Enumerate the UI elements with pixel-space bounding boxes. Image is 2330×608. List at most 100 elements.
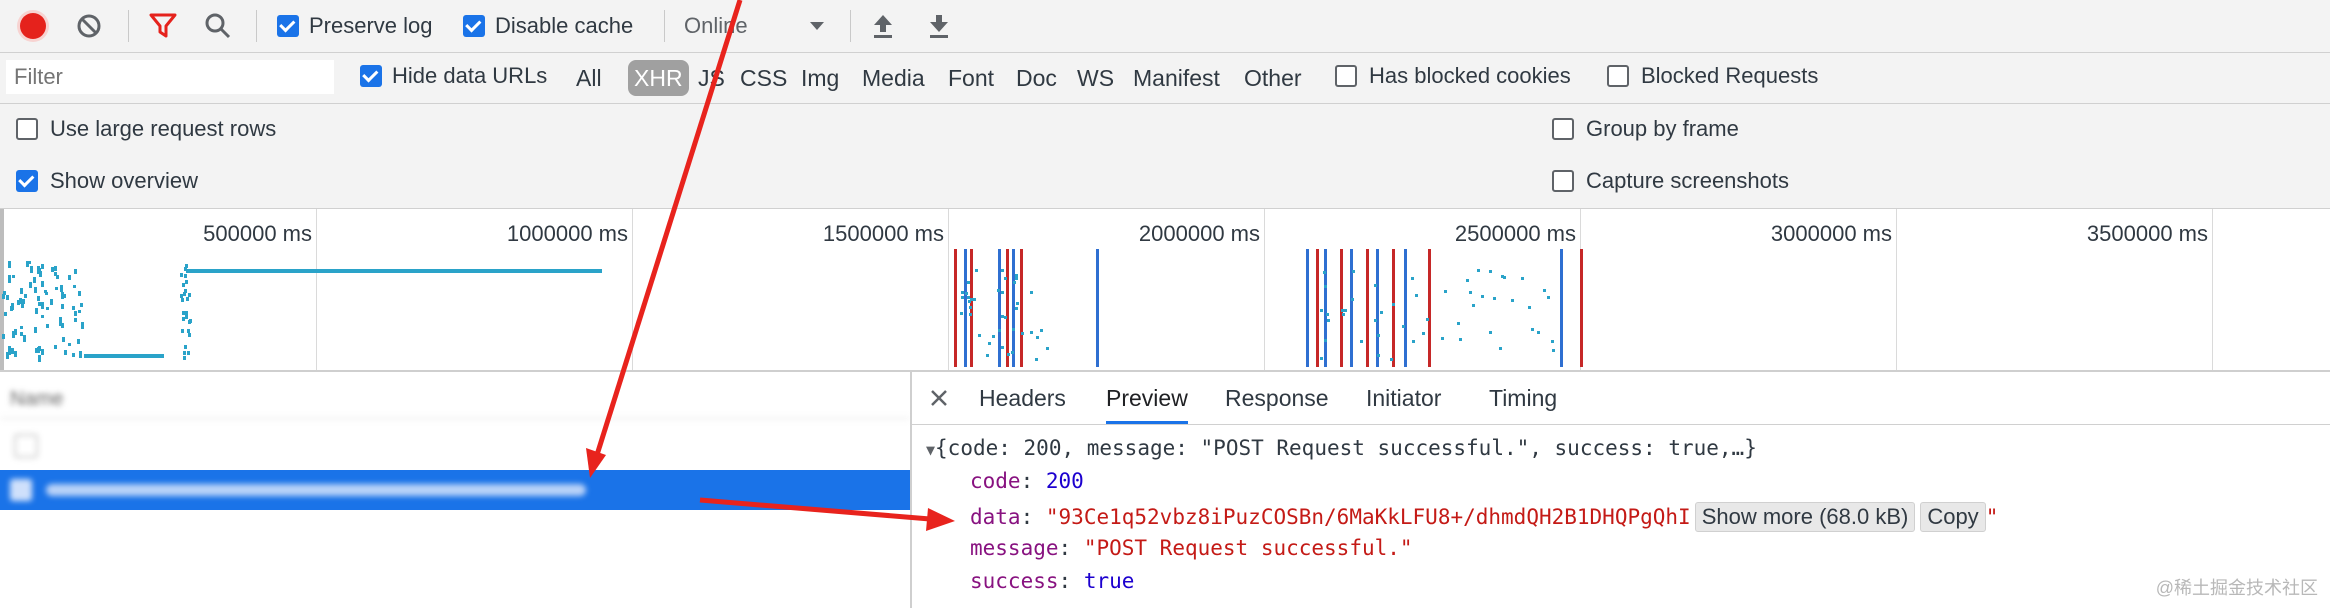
group-by-frame-checkbox[interactable]: Group by frame (1552, 116, 1739, 142)
timeline-mark (41, 349, 44, 355)
timeline-mark (185, 264, 188, 268)
filter-type-media[interactable]: Media (862, 60, 925, 96)
timeline-mark (954, 249, 957, 367)
filter-type-font[interactable]: Font (948, 60, 994, 96)
filter-type-js[interactable]: JS (698, 60, 725, 96)
timeline-mark (1007, 353, 1010, 356)
checkbox-checked[interactable] (277, 15, 299, 37)
timeline-mark (1001, 291, 1004, 294)
show-overview-checkbox[interactable]: Show overview (16, 168, 198, 194)
copy-button[interactable]: Copy (1920, 502, 1986, 532)
timeline-mark (1503, 276, 1506, 279)
expand-triangle-icon[interactable]: ▼ (926, 441, 935, 459)
timeline-mark (1551, 340, 1554, 343)
hide-data-urls-checkbox[interactable]: Hide data URLs (360, 51, 547, 101)
timeline-mark (1580, 249, 1583, 367)
timeline-mark (188, 333, 191, 337)
filter-button[interactable] (148, 0, 178, 52)
timeline-mark (1306, 249, 1309, 367)
filter-type-manifest[interactable]: Manifest (1133, 60, 1220, 96)
timeline-mark (50, 299, 53, 305)
data-value: 93Ce1q52vbz8iPuzCOSBn/6MaKkLFU8+/dhmdQH2… (1058, 505, 1691, 529)
timeline-mark (73, 285, 76, 288)
preview-data-row: data: " 93Ce1q52vbz8iPuzCOSBn/6MaKkLFU8+/… (970, 502, 1998, 532)
timeline-mark (1035, 358, 1038, 361)
timeline-mark (2, 334, 5, 339)
checkbox-checked[interactable] (16, 170, 38, 192)
clear-button[interactable] (76, 0, 102, 52)
timeline-mark (1004, 316, 1007, 319)
checkbox-unchecked[interactable] (1552, 170, 1574, 192)
large-rows-checkbox[interactable]: Use large request rows (16, 116, 276, 142)
filter-type-css[interactable]: CSS (740, 60, 787, 96)
filter-type-img[interactable]: Img (801, 60, 839, 96)
timeline-mark (1499, 347, 1502, 350)
timeline-mark (1020, 249, 1023, 367)
timeline-mark (1324, 339, 1327, 342)
search-button[interactable] (204, 0, 232, 52)
throttling-select[interactable]: Online (684, 0, 832, 52)
export-har-button[interactable] (926, 0, 952, 52)
selected-request-row[interactable] (0, 470, 910, 510)
timeline-mark (12, 275, 15, 278)
tab-headers[interactable]: Headers (979, 372, 1066, 424)
timeline-mark (1457, 322, 1460, 325)
filter-type-xhr[interactable]: XHR (628, 60, 689, 96)
import-har-button[interactable] (870, 0, 896, 52)
timeline-mark (41, 302, 44, 309)
close-icon[interactable] (930, 389, 948, 407)
overview-tick: 3000000 ms (1770, 221, 1892, 246)
timeline-mark (12, 331, 15, 338)
checkbox-unchecked[interactable] (16, 118, 38, 140)
filter-type-ws[interactable]: WS (1077, 60, 1114, 96)
filter-type-doc[interactable]: Doc (1016, 60, 1057, 96)
record-button[interactable] (20, 0, 46, 52)
checkbox-checked[interactable] (360, 65, 382, 87)
preview-summary-row[interactable]: ▼{code: 200, message: "POST Request succ… (926, 436, 1757, 460)
timeline-mark (1015, 274, 1018, 277)
timeline-mark (22, 299, 25, 304)
name-column-header[interactable]: Name (10, 388, 63, 411)
timeline-mark (1001, 269, 1004, 272)
timeline-mark (1404, 249, 1407, 367)
timeline-mark (1036, 336, 1039, 339)
disable-cache-checkbox[interactable]: Disable cache (463, 0, 633, 52)
timeline-mark (186, 297, 189, 301)
has-blocked-cookies-checkbox[interactable]: Has blocked cookies (1335, 51, 1571, 101)
timeline-mark (68, 276, 71, 280)
filter-type-other[interactable]: Other (1244, 60, 1302, 96)
blocked-requests-checkbox[interactable]: Blocked Requests (1607, 51, 1818, 101)
show-more-button[interactable]: Show more (68.0 kB) (1694, 502, 1916, 532)
tab-initiator[interactable]: Initiator (1366, 372, 1441, 424)
timeline-mark (1021, 332, 1024, 335)
checkbox-checked[interactable] (463, 15, 485, 37)
timeline-mark (1360, 340, 1363, 343)
capture-screenshots-checkbox[interactable]: Capture screenshots (1552, 168, 1789, 194)
timeline-mark (78, 291, 81, 296)
overview-tick: 2500000 ms (1454, 221, 1576, 246)
tab-response[interactable]: Response (1225, 372, 1329, 424)
timeline-mark (1324, 249, 1327, 367)
timeline-mark (1001, 315, 1004, 318)
timeline-mark (1560, 249, 1563, 367)
tab-preview[interactable]: Preview (1106, 372, 1188, 424)
timeline-mark (969, 306, 972, 309)
timeline-mark (1444, 290, 1447, 293)
checkbox-unchecked[interactable] (1607, 65, 1629, 87)
timeline-mark (1489, 270, 1492, 273)
timeline-mark (973, 298, 976, 301)
checkbox-unchecked[interactable] (1552, 118, 1574, 140)
checkbox-unchecked[interactable] (1335, 65, 1357, 87)
overview-left-handle[interactable] (0, 209, 4, 370)
timeline-mark (986, 354, 989, 357)
preserve-log-checkbox[interactable]: Preserve log (277, 0, 433, 52)
timeline-mark (41, 265, 44, 269)
timeline-mark (975, 269, 978, 272)
timeline-mark (185, 280, 188, 284)
filter-type-all[interactable]: All (576, 60, 602, 96)
filter-input[interactable] (6, 60, 334, 94)
tab-timing[interactable]: Timing (1489, 372, 1557, 424)
preview-summary: {code: 200, message: "POST Request succe… (935, 436, 1757, 460)
timeline-mark (1543, 289, 1546, 292)
network-overview[interactable]: 500000 ms 1000000 ms 1500000 ms 2000000 … (0, 209, 2330, 372)
